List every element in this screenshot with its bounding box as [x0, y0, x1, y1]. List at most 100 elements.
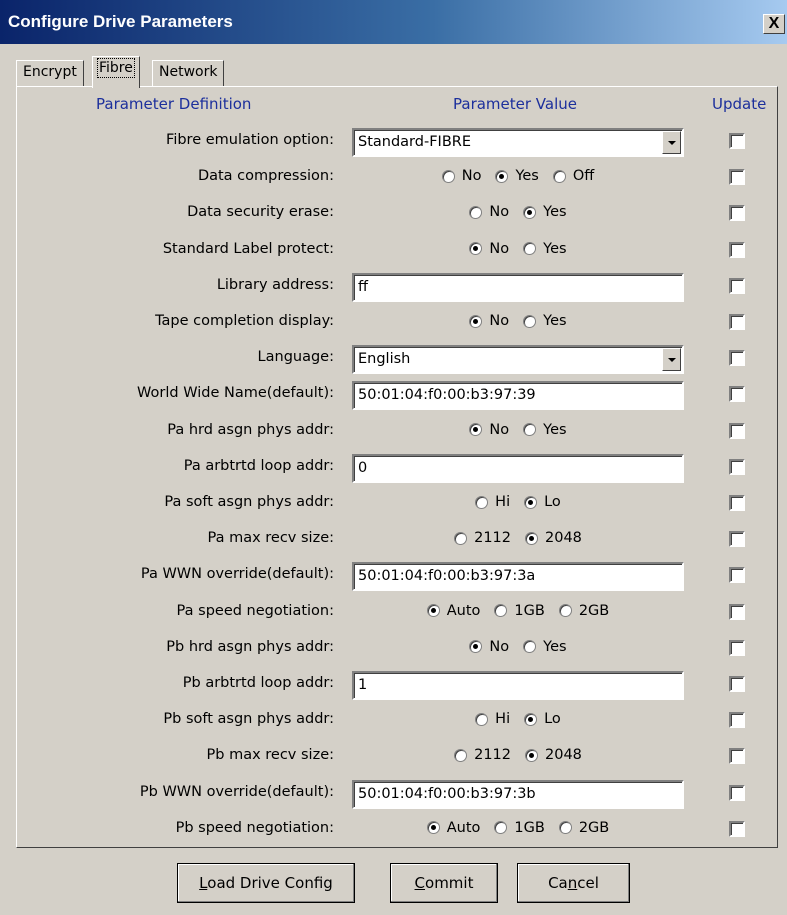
radio-option-no[interactable]: No — [469, 241, 509, 257]
update-checkbox[interactable] — [729, 603, 745, 620]
radio-option-2048[interactable]: 2048 — [525, 530, 582, 546]
update-checkbox[interactable] — [729, 386, 745, 403]
radio-button[interactable] — [523, 640, 537, 654]
param-row-pb-speed-negotiation: Pb speed negotiation: Auto 1GB 2GB — [0, 813, 787, 847]
update-checkbox[interactable] — [729, 784, 745, 801]
radio-button[interactable] — [469, 423, 483, 437]
update-checkbox[interactable] — [729, 712, 745, 729]
chevron-down-icon[interactable] — [662, 131, 681, 154]
radio-button[interactable] — [525, 748, 538, 762]
radio-button[interactable] — [558, 821, 572, 835]
radio-button[interactable] — [495, 169, 509, 183]
radio-button[interactable] — [475, 495, 489, 509]
radio-option-hi[interactable]: Hi — [475, 494, 510, 510]
pa-arbtrtd-loop-addr-input[interactable]: 0 — [352, 453, 684, 483]
update-checkbox[interactable] — [729, 820, 745, 837]
radio-option-2112[interactable]: 2112 — [454, 530, 511, 546]
title-bar: Configure Drive Parameters X — [0, 0, 787, 44]
update-checkbox[interactable] — [729, 277, 745, 294]
radio-option-lo[interactable]: Lo — [524, 711, 561, 727]
pb-arbtrtd-loop-addr-input[interactable]: 1 — [352, 671, 684, 700]
load-drive-config-button[interactable]: Load Drive Config — [177, 863, 355, 903]
field-value: Standard-FIBRE — [358, 134, 471, 150]
radio-option-yes[interactable]: Yes — [523, 204, 567, 220]
radio-option-yes[interactable]: Yes — [523, 313, 567, 329]
radio-option-2112[interactable]: 2112 — [454, 747, 511, 763]
update-checkbox[interactable] — [729, 350, 745, 367]
param-label: Pa WWN override(default): — [140, 566, 334, 583]
commit-button[interactable]: Commit — [390, 863, 498, 903]
radio-button[interactable] — [494, 604, 508, 618]
close-button[interactable]: X — [763, 14, 785, 34]
update-checkbox[interactable] — [729, 169, 745, 186]
radio-button[interactable] — [523, 423, 537, 437]
cancel-button[interactable]: Cancel — [517, 863, 630, 903]
radio-button[interactable] — [426, 604, 440, 618]
update-checkbox[interactable] — [729, 133, 745, 149]
update-checkbox[interactable] — [729, 241, 745, 258]
radio-button[interactable] — [454, 748, 468, 762]
radio-option-yes[interactable]: Yes — [495, 168, 539, 185]
world-wide-name-default-input[interactable]: 50:01:04:f0:00:b3:97:39 — [352, 381, 684, 411]
radio-option-no[interactable]: No — [469, 313, 509, 329]
update-checkbox[interactable] — [729, 495, 745, 511]
radio-option-2gb[interactable]: 2GB — [558, 603, 609, 619]
tab-fibre[interactable]: Fibre — [92, 56, 140, 88]
radio-button[interactable] — [469, 242, 483, 256]
radio-button[interactable] — [523, 314, 537, 328]
update-checkbox[interactable] — [729, 639, 745, 656]
radio-button[interactable] — [475, 712, 489, 726]
radio-button[interactable] — [494, 821, 508, 835]
update-checkbox[interactable] — [729, 567, 745, 584]
radio-option-yes[interactable]: Yes — [523, 241, 567, 257]
radio-label: Yes — [515, 168, 539, 185]
radio-option-no[interactable]: No — [469, 639, 509, 655]
radio-button[interactable] — [441, 169, 455, 183]
tab-encrypt[interactable]: Encrypt — [16, 60, 84, 86]
radio-option-no[interactable]: No — [441, 168, 482, 185]
radio-label: No — [461, 168, 482, 185]
update-checkbox[interactable] — [729, 531, 745, 548]
radio-button[interactable] — [469, 205, 483, 219]
library-address-input[interactable]: ff — [352, 272, 684, 302]
radio-option-1gb[interactable]: 1GB — [494, 820, 545, 836]
update-checkbox[interactable] — [729, 422, 745, 439]
radio-button[interactable] — [523, 205, 537, 219]
radio-option-lo[interactable]: Lo — [524, 494, 561, 510]
radio-label: No — [489, 638, 510, 655]
radio-button[interactable] — [552, 169, 566, 183]
radio-button[interactable] — [469, 314, 483, 328]
pa-wwn-override-default-input[interactable]: 50:01:04:f0:00:b3:97:3a — [352, 562, 684, 592]
radio-button[interactable] — [524, 712, 538, 726]
radio-button[interactable] — [454, 531, 468, 545]
radio-option-off[interactable]: Off — [552, 168, 595, 185]
radio-option-2gb[interactable]: 2GB — [558, 820, 609, 836]
radio-option-2048[interactable]: 2048 — [525, 747, 582, 763]
tab-network[interactable]: Network — [152, 60, 225, 86]
language-select[interactable]: English — [352, 345, 684, 375]
param-label: Data security erase: — [187, 204, 334, 221]
radio-option-hi[interactable]: Hi — [475, 711, 510, 727]
radio-option-auto[interactable]: Auto — [426, 820, 480, 836]
radio-option-no[interactable]: No — [469, 422, 509, 438]
radio-button[interactable] — [469, 640, 483, 654]
radio-button[interactable] — [558, 604, 572, 618]
update-checkbox[interactable] — [729, 748, 745, 765]
fibre-emulation-option-select[interactable]: Standard-FIBRE — [352, 128, 684, 157]
radio-button[interactable] — [426, 821, 440, 835]
update-checkbox[interactable] — [729, 676, 745, 692]
radio-option-yes[interactable]: Yes — [523, 639, 567, 655]
pb-wwn-override-default-input[interactable]: 50:01:04:f0:00:b3:97:3b — [352, 779, 684, 809]
update-checkbox[interactable] — [729, 205, 745, 222]
radio-button[interactable] — [525, 531, 538, 545]
radio-option-1gb[interactable]: 1GB — [494, 603, 545, 619]
radio-option-auto[interactable]: Auto — [426, 603, 480, 619]
radio-button[interactable] — [524, 495, 538, 509]
radio-label: Off — [572, 168, 595, 185]
chevron-down-icon[interactable] — [662, 348, 681, 372]
update-checkbox[interactable] — [729, 458, 745, 475]
update-checkbox[interactable] — [729, 314, 745, 330]
radio-option-no[interactable]: No — [469, 204, 509, 220]
radio-option-yes[interactable]: Yes — [523, 422, 567, 438]
radio-button[interactable] — [523, 242, 537, 256]
